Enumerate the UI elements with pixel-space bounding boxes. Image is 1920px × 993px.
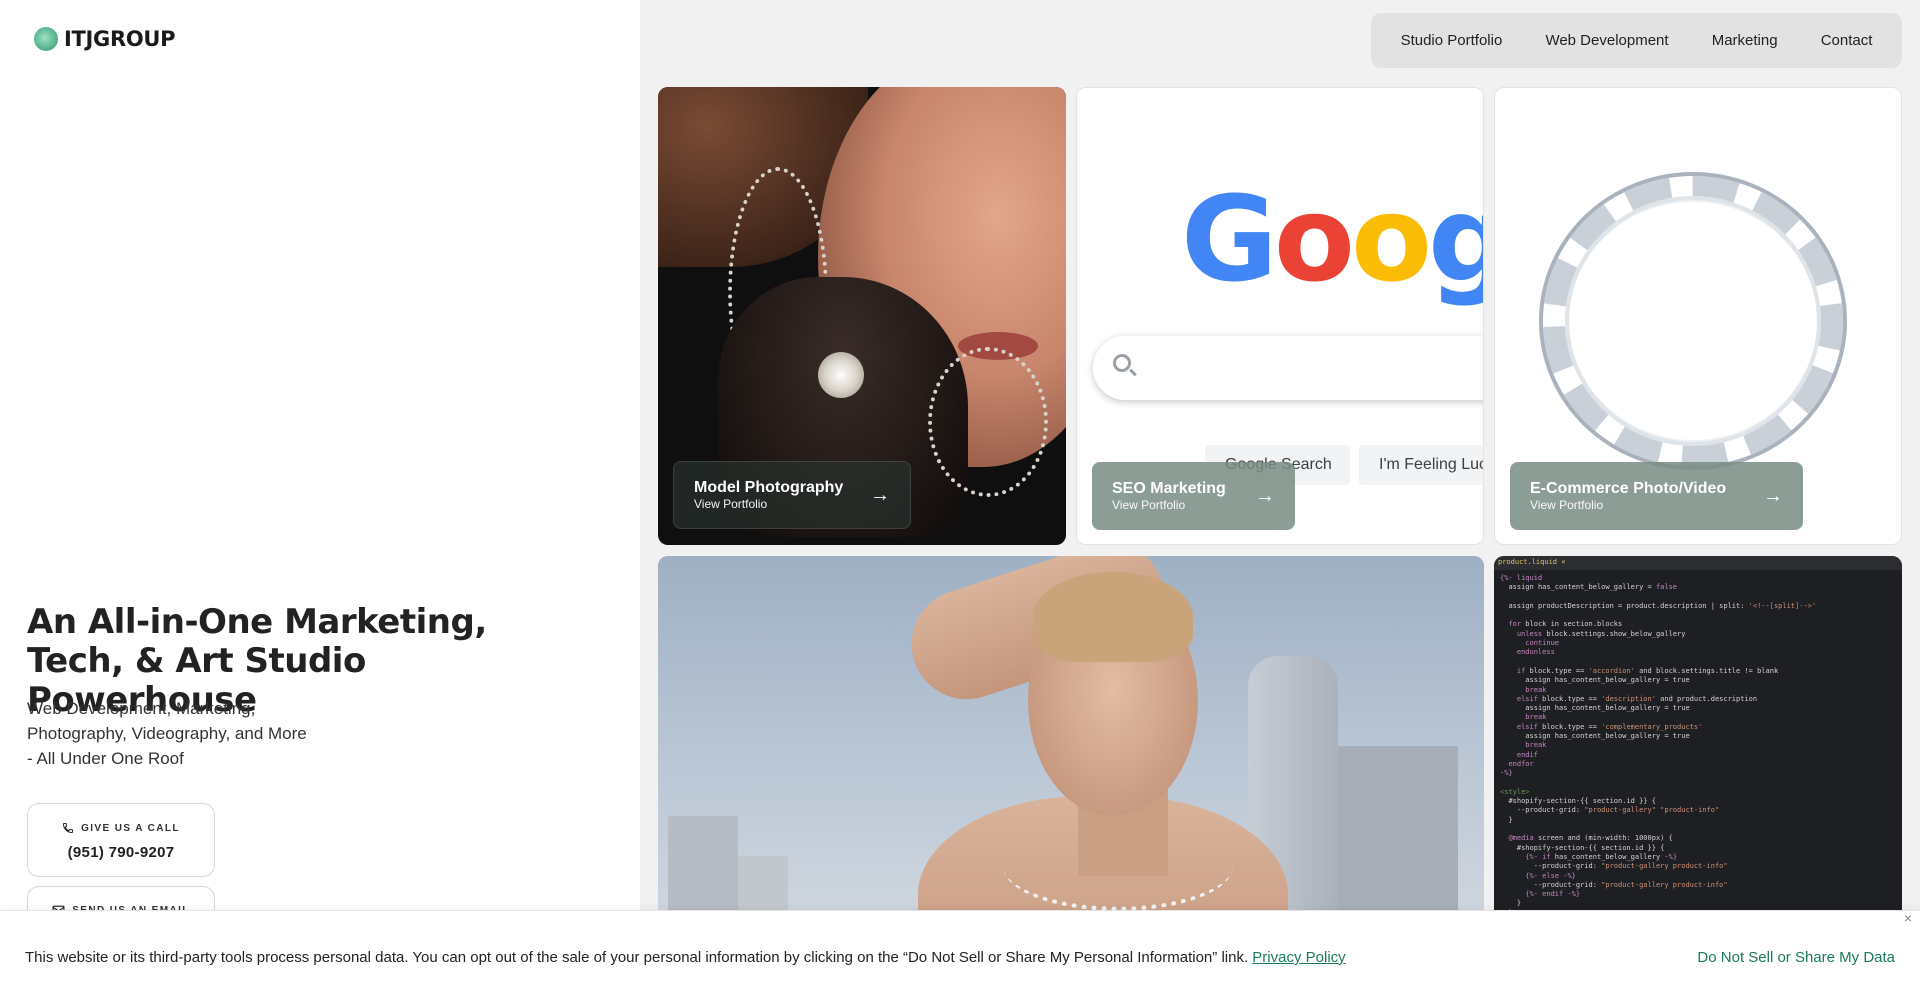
nav-studio-portfolio[interactable]: Studio Portfolio: [1391, 24, 1513, 57]
nav-contact[interactable]: Contact: [1811, 24, 1883, 57]
model-photography-card[interactable]: Model Photography View Portfolio →: [658, 87, 1066, 545]
brand-logo[interactable]: ITJGROUP: [34, 27, 176, 51]
ecommerce-card[interactable]: E-Commerce Photo/Video View Portfolio →: [1494, 87, 1902, 545]
ecommerce-link[interactable]: E-Commerce Photo/Video View Portfolio →: [1510, 462, 1803, 530]
cookie-banner-text-row: This website or its third-party tools pr…: [25, 949, 1346, 966]
google-logo: Googl: [1181, 170, 1483, 308]
phone-number: (951) 790-9207: [67, 844, 175, 861]
google-search-box: [1093, 336, 1483, 400]
editor-tab-bar: product.liquid ×: [1494, 556, 1902, 570]
ring-inner-band: [1565, 196, 1821, 446]
call-label: GIVE US A CALL: [81, 822, 180, 834]
cookie-banner-text: This website or its third-party tools pr…: [25, 949, 1249, 966]
search-icon: [1113, 354, 1131, 372]
logo-mark-icon: [34, 27, 58, 51]
privacy-policy-link[interactable]: Privacy Policy: [1252, 949, 1345, 966]
card-title: Model Photography: [694, 479, 844, 496]
seo-marketing-link[interactable]: SEO Marketing View Portfolio →: [1092, 462, 1295, 530]
nav-marketing[interactable]: Marketing: [1702, 24, 1788, 57]
seo-marketing-card[interactable]: Googl Google Search I'm Feeling Luc SEO …: [1076, 87, 1484, 545]
card-subtitle: View Portfolio: [1112, 498, 1186, 512]
call-button[interactable]: GIVE US A CALL (951) 790-9207: [27, 803, 215, 877]
card-title: E-Commerce Photo/Video: [1530, 480, 1727, 497]
left-column: ITJGROUP An All-in-One Marketing, Tech, …: [0, 0, 640, 993]
editor-tab: product.liquid ×: [1498, 558, 1566, 566]
model-photography-link[interactable]: Model Photography View Portfolio →: [673, 461, 911, 529]
card-subtitle: View Portfolio: [694, 497, 768, 511]
arrow-right-icon: →: [1763, 484, 1783, 507]
feeling-lucky-button: I'm Feeling Luc: [1359, 445, 1483, 485]
call-label-row: GIVE US A CALL: [28, 822, 214, 834]
code-body: {%- liquid assign has_content_below_gall…: [1500, 574, 1817, 917]
arrow-right-icon: →: [1255, 484, 1275, 507]
do-not-sell-link[interactable]: Do Not Sell or Share My Data: [1697, 949, 1895, 966]
card-title: SEO Marketing: [1112, 480, 1226, 497]
card-subtitle: View Portfolio: [1530, 498, 1604, 512]
close-icon[interactable]: ×: [1904, 911, 1912, 925]
brand-name: ITJGROUP: [64, 27, 176, 51]
hero-subline: Web Development, Marketing, Photography,…: [27, 699, 307, 768]
nav-web-development[interactable]: Web Development: [1535, 24, 1678, 57]
arrow-right-icon: →: [870, 483, 890, 506]
main-nav: Studio Portfolio Web Development Marketi…: [1371, 13, 1902, 68]
phone-icon: [63, 823, 74, 834]
